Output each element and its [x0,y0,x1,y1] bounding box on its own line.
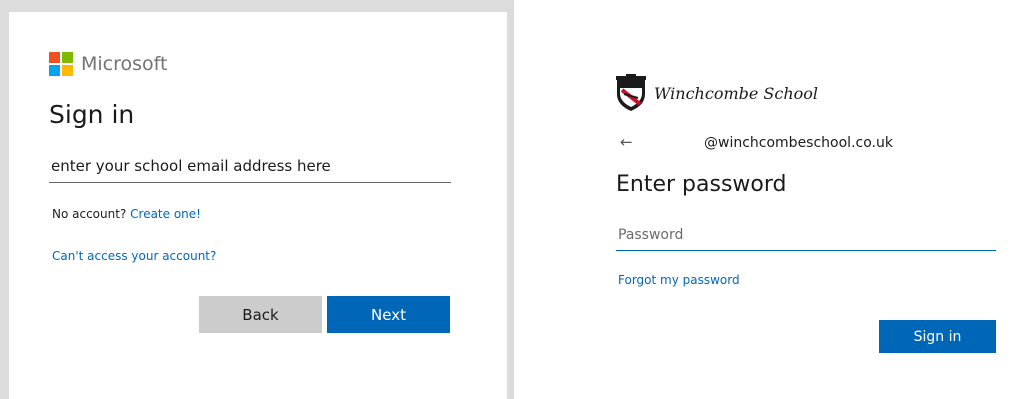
forgot-password-link[interactable]: Forgot my password [618,273,740,287]
school-name: Winchcombe School [654,83,819,103]
microsoft-logo: Microsoft [49,52,167,76]
create-account-link[interactable]: Create one! [130,207,201,221]
logo-square-red [49,52,60,63]
school-logo: Winchcombe School [614,74,818,112]
page-title: Sign in [49,100,135,129]
account-email: @winchcombeschool.co.uk [704,135,893,151]
cant-access-link[interactable]: Can't access your account? [52,249,216,263]
next-button[interactable]: Next [327,296,450,333]
logo-square-blue [49,65,60,76]
password-input[interactable] [616,220,996,251]
microsoft-logo-icon [49,52,73,76]
enter-password-title: Enter password [616,172,787,197]
school-crest-icon [616,74,646,111]
no-account-prompt: No account? Create one! [52,207,201,221]
no-account-text: No account? [52,207,127,221]
logo-square-green [62,52,73,63]
back-button[interactable]: Back [199,296,322,333]
logo-square-yellow [62,65,73,76]
back-arrow-icon[interactable]: ← [620,133,633,151]
signin-button[interactable]: Sign in [879,320,996,353]
brand-name: Microsoft [81,53,168,75]
email-input[interactable] [49,150,451,183]
